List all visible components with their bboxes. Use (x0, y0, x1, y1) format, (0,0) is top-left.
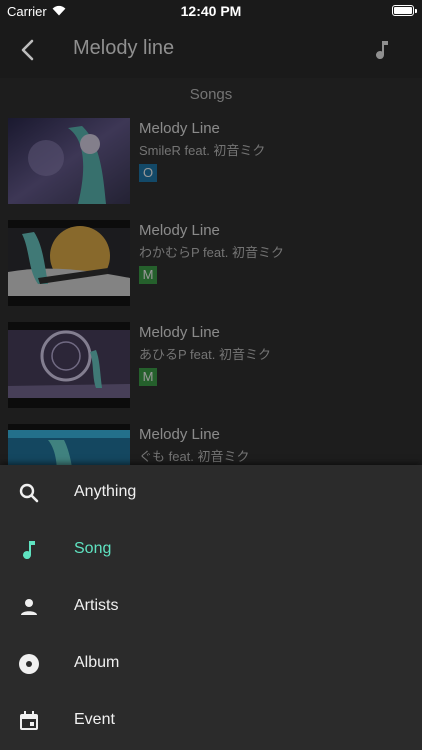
status-bar: Carrier 12:40 PM (0, 0, 422, 22)
search-type-sheet: Anything Song Artists Album Event (0, 465, 422, 750)
app-bar: Melody line (0, 22, 422, 78)
screen: Carrier 12:40 PM Melody line Songs Melod… (0, 0, 422, 750)
search-option-label: Anything (74, 483, 137, 500)
song-list-item[interactable]: Melody Line あひるP feat. 初音ミク M (0, 322, 422, 422)
song-thumbnail (8, 118, 130, 204)
song-title: Melody Line (139, 426, 220, 443)
search-option-anything[interactable]: Anything (0, 465, 422, 522)
search-icon (19, 483, 39, 503)
song-list-item[interactable]: Melody Line わかむらP feat. 初音ミク M (0, 220, 422, 320)
search-option-label: Artists (74, 597, 119, 614)
song-type-badge: M (139, 368, 157, 386)
search-option-label: Song (74, 540, 112, 557)
status-time: 12:40 PM (180, 3, 242, 19)
song-thumbnail (8, 322, 130, 408)
song-artist: SmileR feat. 初音ミク (139, 143, 266, 158)
song-type-badge: O (139, 164, 157, 182)
song-artist: わかむらP feat. 初音ミク (139, 245, 284, 260)
search-option-album[interactable]: Album (0, 636, 422, 693)
search-option-event[interactable]: Event (0, 693, 422, 750)
search-option-artists[interactable]: Artists (0, 579, 422, 636)
back-arrow-icon[interactable] (14, 36, 42, 64)
song-artist: あひるP feat. 初音ミク (139, 347, 271, 362)
song-title: Melody Line (139, 324, 220, 341)
music-note-icon[interactable] (370, 38, 394, 62)
search-option-label: Album (74, 654, 120, 671)
music-note-icon (23, 541, 35, 560)
song-list-item[interactable]: Melody Line SmileR feat. 初音ミク O (0, 118, 422, 218)
song-title: Melody Line (139, 222, 220, 239)
person-icon (21, 599, 37, 615)
search-option-song[interactable]: Song (0, 522, 422, 579)
song-artist: ぐも feat. 初音ミク (139, 449, 250, 464)
song-type-badge: M (139, 266, 157, 284)
page-title: Melody line (73, 37, 175, 59)
battery-icon (392, 5, 417, 16)
search-option-label: Event (74, 711, 115, 728)
calendar-icon (20, 711, 38, 730)
song-title: Melody Line (139, 120, 220, 137)
section-header: Songs (189, 86, 233, 103)
song-thumbnail (8, 220, 130, 306)
album-icon (19, 654, 39, 674)
